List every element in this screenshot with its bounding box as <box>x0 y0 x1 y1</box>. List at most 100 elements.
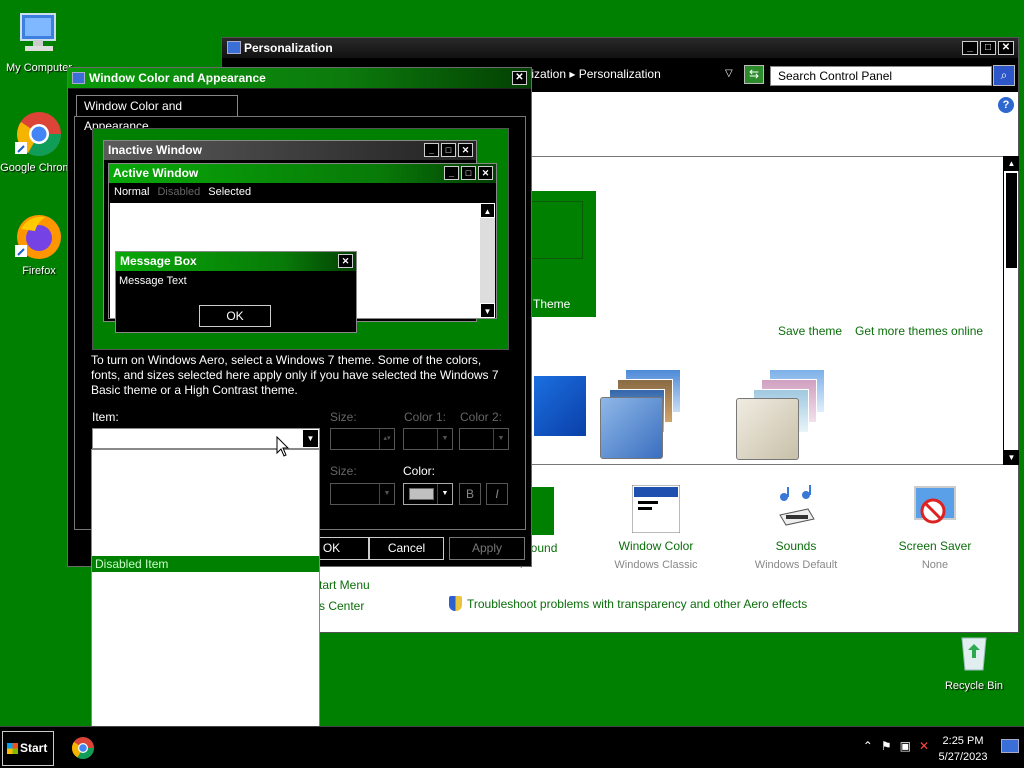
search-icon: ⌕ <box>1000 68 1008 82</box>
preview-message-box[interactable]: Message Box ✕ Message Text OK <box>115 251 357 333</box>
maximize-button[interactable]: □ <box>980 41 996 55</box>
breadcrumb[interactable]: alization ▸ Personalization <box>522 67 661 81</box>
display-icon <box>72 72 85 84</box>
message-box-title: Message Box <box>120 254 197 268</box>
window-color-subtitle: Windows Classic <box>614 559 698 571</box>
theme-tile-label: Theme <box>533 297 571 311</box>
start-menu-link[interactable]: tart Menu <box>319 578 370 592</box>
sounds-icon <box>772 485 820 533</box>
color-swatch <box>409 488 434 500</box>
taskbar: Start ⌃ ⚑ ▣ ✕ 2:25 PM 5/27/2023 <box>0 726 1024 768</box>
control-panel-icon <box>227 41 241 54</box>
chevron-down-icon[interactable]: ▼ <box>302 429 319 448</box>
theme-thumbnail-light[interactable] <box>736 398 799 460</box>
inactive-window-title: Inactive Window <box>108 143 202 157</box>
save-theme-link[interactable]: Save theme <box>778 324 842 338</box>
preview-scrollbar: ▲ ▼ <box>480 203 495 318</box>
size1-spinner: ▴▾ <box>330 428 395 450</box>
tab-window-color[interactable]: Window Color and Appearance <box>76 95 238 133</box>
spinner-arrows-icon: ▴▾ <box>379 429 394 449</box>
apply-button[interactable]: Apply <box>449 537 525 560</box>
item-dropdown-list[interactable]: Disabled Item <box>91 449 320 767</box>
window-color-category[interactable]: Window Color Windows Classic <box>601 484 711 571</box>
color2-label: Color 2: <box>460 410 503 424</box>
ease-of-access-link[interactable]: s Center <box>319 599 364 613</box>
color1-label: Color 1: <box>404 410 447 424</box>
aero-description: To turn on Windows Aero, select a Window… <box>91 353 499 397</box>
chrome-icon <box>72 737 94 759</box>
clock[interactable]: 2:25 PM 5/27/2023 <box>935 733 991 765</box>
item-label: Item: <box>92 410 119 424</box>
italic-button: I <box>486 483 508 505</box>
message-text: Message Text <box>119 275 187 287</box>
color2-picker: ▼ <box>459 428 509 450</box>
chevron-down-icon[interactable]: ▽ <box>725 68 733 79</box>
search-button[interactable]: ⌕ <box>993 65 1015 86</box>
search-input[interactable]: Search Control Panel <box>770 66 992 86</box>
window-color-title: Window Color <box>618 539 694 553</box>
network-icon[interactable]: ▣ <box>900 739 911 753</box>
desktop-icon-label: Recycle Bin <box>944 680 1004 692</box>
close-button[interactable]: ✕ <box>998 41 1014 55</box>
minimize-button[interactable]: _ <box>962 41 978 55</box>
cancel-button[interactable]: Cancel <box>369 537 444 560</box>
appearance-preview[interactable]: Inactive Window _ □ ✕ Active Window _ □ ✕ No… <box>92 128 509 350</box>
theme-thumbnail-win7[interactable] <box>534 376 586 436</box>
troubleshoot-link[interactable]: Troubleshoot problems with transparency … <box>449 596 807 611</box>
dialog-close-button[interactable]: ✕ <box>512 71 527 85</box>
show-desktop-button[interactable] <box>1001 739 1019 753</box>
menu-normal: Normal <box>114 186 150 198</box>
screen-saver-icon <box>911 485 959 533</box>
bold-button: B <box>459 483 481 505</box>
screen-saver-category[interactable]: Screen Saver None <box>880 485 990 571</box>
mouse-cursor-icon <box>276 435 290 461</box>
scroll-thumb[interactable] <box>1006 173 1017 268</box>
size2-label: Size: <box>330 464 357 478</box>
menu-selected: Selected <box>208 186 252 198</box>
clock-date: 5/27/2023 <box>938 751 988 763</box>
theme-list-scrollbar[interactable]: ▲ ▼ <box>1003 156 1019 465</box>
font-color-picker[interactable]: ▼ <box>403 483 453 505</box>
start-button[interactable]: Start <box>2 731 54 766</box>
theme-thumbnail-selected[interactable] <box>600 397 663 459</box>
action-center-flag-icon[interactable]: ⚑ <box>881 739 892 753</box>
dialog-title: Window Color and Appearance <box>89 71 266 85</box>
preview-menu: Normal Disabled Selected <box>109 183 496 201</box>
window-color-icon <box>631 484 681 534</box>
size1-label: Size: <box>330 410 357 424</box>
windows-logo-icon <box>7 743 18 754</box>
shield-icon <box>449 596 462 611</box>
menu-disabled: Disabled <box>157 186 201 198</box>
refresh-icon: ⇆ <box>748 67 760 81</box>
sounds-subtitle: Windows Default <box>754 559 838 571</box>
chrome-icon <box>15 110 63 158</box>
personalization-titlebar[interactable]: Personalization _ □ ✕ <box>222 38 1018 58</box>
sounds-title: Sounds <box>775 539 817 553</box>
computer-icon <box>15 10 63 58</box>
font-size-select: ▼ <box>330 483 395 505</box>
scroll-up-icon[interactable]: ▲ <box>1004 156 1019 171</box>
desktop-icon-recycle-bin[interactable]: Recycle Bin <box>935 628 1013 692</box>
font-color-label: Color: <box>403 464 436 478</box>
dropdown-item-disabled-item[interactable]: Disabled Item <box>92 556 319 572</box>
help-icon[interactable]: ? <box>998 97 1014 113</box>
recycle-bin-icon <box>950 628 998 676</box>
scroll-down-icon[interactable]: ▼ <box>1004 450 1019 465</box>
desktop-icon-my-computer[interactable]: My Computer <box>0 10 78 74</box>
screen-saver-title: Screen Saver <box>898 539 972 553</box>
get-more-themes-link[interactable]: Get more themes online <box>855 324 983 338</box>
window-title: Personalization <box>244 41 333 55</box>
clock-time: 2:25 PM <box>942 735 984 747</box>
color1-picker: ▼ <box>403 428 453 450</box>
sounds-category[interactable]: Sounds Windows Default <box>741 485 851 571</box>
taskbar-chrome-button[interactable] <box>70 733 96 763</box>
dialog-titlebar[interactable]: Window Color and Appearance ✕ <box>68 68 531 89</box>
firefox-icon <box>15 213 63 261</box>
screen-saver-subtitle: None <box>921 559 949 571</box>
system-tray: ⌃ ⚑ ▣ ✕ 2:25 PM 5/27/2023 <box>834 727 1024 768</box>
refresh-button[interactable]: ⇆ <box>744 65 764 84</box>
preview-ok-button[interactable]: OK <box>199 305 271 327</box>
volume-muted-icon[interactable]: ✕ <box>919 739 929 753</box>
active-window-title: Active Window <box>113 166 199 180</box>
show-hidden-icons-icon[interactable]: ⌃ <box>863 739 873 753</box>
